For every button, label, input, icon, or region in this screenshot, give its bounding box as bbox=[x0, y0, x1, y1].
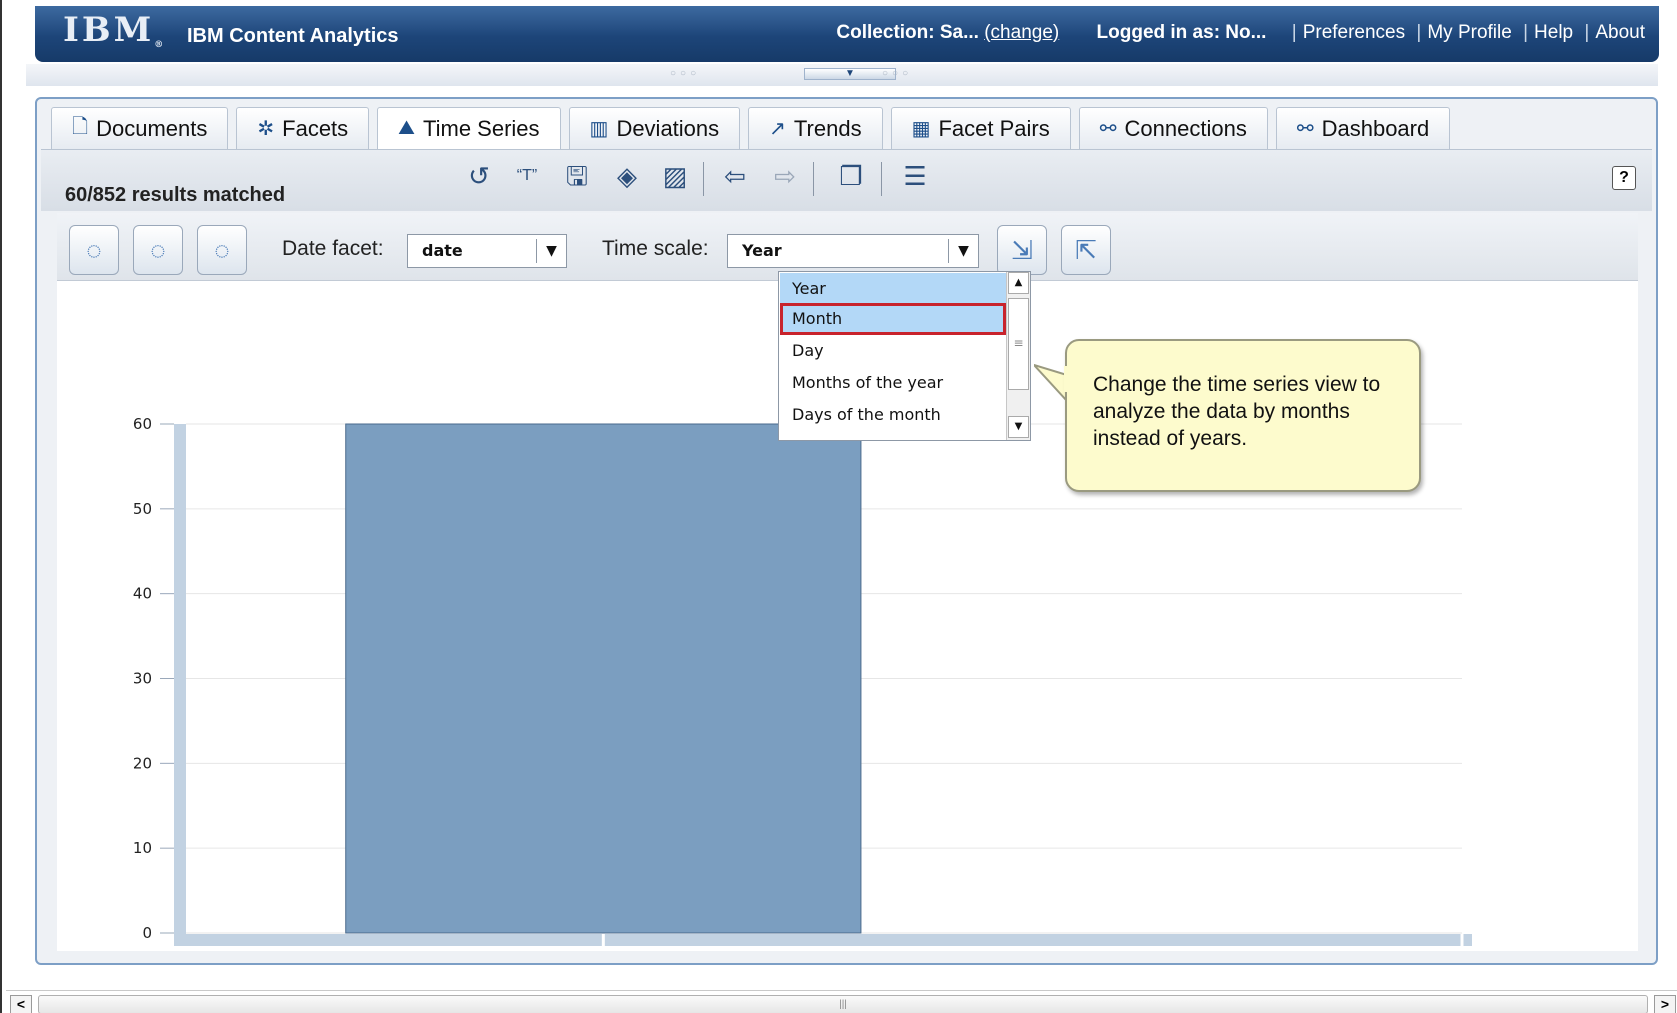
time-scale-option-day[interactable]: Day bbox=[780, 335, 1006, 367]
y-tick-label: 20 bbox=[133, 754, 152, 772]
time-scale-option-months-of-year[interactable]: Months of the year bbox=[780, 367, 1006, 399]
chevron-down-icon: ▼ bbox=[536, 239, 566, 263]
toolbar-divider bbox=[881, 162, 882, 196]
tab-dashboard[interactable]: ⚯ Dashboard bbox=[1275, 107, 1451, 149]
time-scale-option-days-of-month[interactable]: Days of the month bbox=[780, 399, 1006, 431]
chart-report-icon[interactable]: ▨ bbox=[657, 158, 693, 194]
tab-facet-pairs[interactable]: ▦ Facet Pairs bbox=[890, 107, 1071, 149]
y-tick-label: 60 bbox=[133, 415, 152, 433]
my-profile-link[interactable]: My Profile bbox=[1427, 22, 1511, 43]
import-icon[interactable]: ⇲ bbox=[997, 225, 1047, 275]
collection-info: Collection: Sa... (change) bbox=[836, 22, 1060, 43]
back-icon[interactable]: ⇦ bbox=[717, 158, 753, 194]
results-toolbar: 60/852 results matched ↺ “T” 🖫 ◈ ▨ ⇦ ⇨ ❐… bbox=[41, 149, 1652, 211]
time-scale-dropdown-list: Year Month Day Months of the year Days o… bbox=[778, 271, 1031, 441]
logged-in-user: Logged in as: No... bbox=[1096, 22, 1267, 43]
connections-icon: ⚯ bbox=[1099, 118, 1117, 140]
facets-icon: ✲ bbox=[257, 118, 275, 140]
tab-deviations[interactable]: ▥ Deviations bbox=[568, 107, 741, 149]
y-axis-band bbox=[174, 424, 186, 943]
time-scale-option-month[interactable]: Month bbox=[780, 303, 1006, 335]
tab-connections[interactable]: ⚯ Connections bbox=[1078, 107, 1268, 149]
export-chart-icon[interactable]: ⇱ bbox=[1061, 225, 1111, 275]
deviations-icon: ▥ bbox=[589, 118, 609, 140]
tab-documents[interactable]: 🗋 Documents bbox=[51, 107, 229, 149]
tab-trends[interactable]: ↗ Trends bbox=[748, 107, 883, 149]
view-tabs: 🗋 Documents ✲ Facets ⛰ Time Series ▥ Deviati… bbox=[51, 107, 1451, 149]
callout-text: Change the time series view to analyze t… bbox=[1093, 373, 1381, 450]
app-window: IBM® IBM Content Analytics Collection: S… bbox=[0, 0, 1677, 1013]
header-collapse-strip: ○○○ ▼ ○○○ bbox=[26, 64, 1658, 86]
export-icon[interactable]: ◈ bbox=[609, 158, 645, 194]
horizontal-scrollbar[interactable]: < ||| > bbox=[6, 990, 1677, 1013]
scroll-left-icon[interactable]: < bbox=[10, 995, 32, 1013]
time-series-icon: ⛰ bbox=[398, 117, 415, 139]
y-tick-label: 10 bbox=[133, 839, 152, 857]
change-collection-link[interactable]: (change) bbox=[984, 22, 1059, 43]
tab-facets[interactable]: ✲ Facets bbox=[236, 107, 370, 149]
date-facet-label: Date facet: bbox=[282, 237, 384, 260]
horizontal-scrollbar-thumb[interactable]: ||| bbox=[38, 995, 1648, 1013]
date-facet-select[interactable]: date ▼ bbox=[407, 234, 567, 268]
toolbar-divider bbox=[813, 162, 814, 196]
scroll-right-icon[interactable]: > bbox=[1654, 995, 1676, 1013]
layout-icon[interactable]: ☰ bbox=[897, 158, 933, 194]
new-window-icon[interactable]: ❐ bbox=[833, 158, 869, 194]
main-panel: 🗋 Documents ✲ Facets ⛰ Time Series ▥ Deviati… bbox=[35, 97, 1658, 965]
zoom-reset-icon[interactable]: ◌ bbox=[133, 225, 183, 275]
time-scale-label: Time scale: bbox=[602, 237, 709, 260]
bar-2008 bbox=[345, 423, 862, 934]
tutorial-callout: Change the time series view to analyze t… bbox=[1065, 339, 1421, 492]
results-count: 60/852 results matched bbox=[65, 184, 286, 206]
facet-pairs-icon: ▦ bbox=[911, 118, 931, 140]
help-link[interactable]: Help bbox=[1534, 22, 1573, 43]
zoom-in-icon[interactable]: ◌ bbox=[69, 225, 119, 275]
chevron-down-icon: ▼ bbox=[948, 239, 978, 263]
trends-icon: ↗ bbox=[769, 118, 786, 140]
app-header: IBM® IBM Content Analytics Collection: S… bbox=[35, 6, 1659, 62]
document-icon: 🗋 bbox=[72, 115, 89, 138]
query-text-icon[interactable]: “T” bbox=[509, 158, 545, 194]
scrollbar-thumb[interactable]: ≡ bbox=[1008, 298, 1029, 390]
dropdown-scrollbar[interactable]: ▲ ≡ ▼ bbox=[1006, 272, 1030, 440]
undo-icon[interactable]: ↺ bbox=[461, 158, 497, 194]
forward-icon[interactable]: ⇨ bbox=[767, 158, 803, 194]
time-scale-select[interactable]: Year ▼ bbox=[727, 234, 979, 268]
about-link[interactable]: About bbox=[1595, 22, 1645, 43]
ibm-logo: IBM® bbox=[63, 10, 164, 50]
scroll-up-icon[interactable]: ▲ bbox=[1008, 272, 1029, 294]
x-axis-band bbox=[174, 934, 1472, 946]
time-scale-option-year[interactable]: Year bbox=[780, 273, 1006, 305]
zoom-out-icon[interactable]: ◌ bbox=[197, 225, 247, 275]
help-button[interactable]: ? bbox=[1612, 166, 1636, 190]
preferences-link[interactable]: Preferences bbox=[1303, 22, 1405, 43]
y-tick-label: 30 bbox=[133, 670, 152, 688]
dashboard-icon: ⚯ bbox=[1296, 118, 1314, 140]
y-tick-label: 40 bbox=[133, 585, 152, 603]
toolbar-divider bbox=[703, 162, 704, 196]
grip-dots-icon: ○○○ bbox=[882, 68, 913, 79]
grip-dots-icon: ○○○ bbox=[670, 68, 701, 79]
y-tick-label: 0 bbox=[142, 924, 152, 942]
save-icon[interactable]: 🖫 bbox=[559, 158, 595, 194]
callout-pointer-cover bbox=[1064, 366, 1072, 392]
tab-time-series[interactable]: ⛰ Time Series bbox=[377, 107, 561, 149]
y-tick-label: 50 bbox=[133, 500, 152, 518]
app-title: IBM Content Analytics bbox=[187, 25, 399, 47]
header-links: Collection: Sa... (change) Logged in as:… bbox=[836, 22, 1645, 43]
scroll-down-icon[interactable]: ▼ bbox=[1008, 416, 1029, 438]
